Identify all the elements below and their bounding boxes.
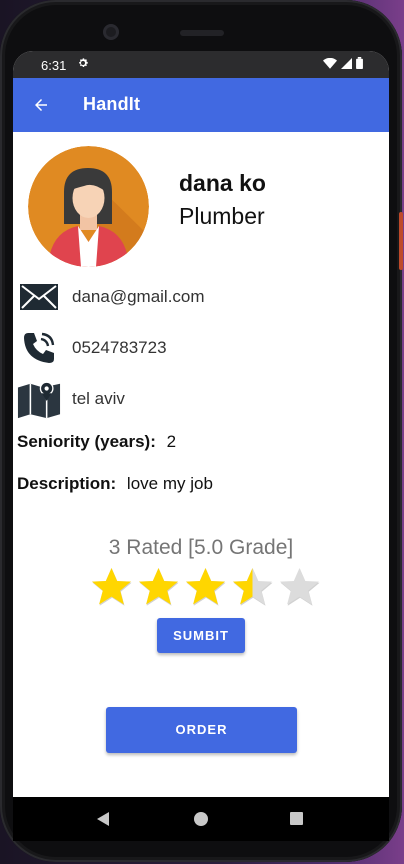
email-row[interactable]: dana@gmail.com bbox=[17, 277, 205, 317]
status-bar: 6:31 bbox=[13, 51, 389, 78]
seniority-label: Seniority (years): bbox=[17, 432, 156, 451]
profile-role: Plumber bbox=[179, 203, 265, 229]
submit-rating-button[interactable]: SUMBIT bbox=[157, 618, 245, 653]
nav-recents-icon[interactable] bbox=[290, 812, 303, 825]
seniority-value: 2 bbox=[166, 432, 177, 451]
settings-icon bbox=[77, 57, 89, 72]
status-icons bbox=[323, 57, 363, 72]
map-pin-icon bbox=[17, 379, 61, 419]
app-screen: 6:31 HandIt dana ko Plumber dana@gmail.c… bbox=[13, 51, 389, 827]
profile-name: dana ko bbox=[179, 170, 266, 196]
mail-icon bbox=[17, 277, 61, 317]
app-title: HandIt bbox=[83, 94, 141, 114]
app-bar: HandIt bbox=[13, 78, 389, 132]
rating-summary: 3 Rated [5.0 Grade] bbox=[108, 536, 294, 559]
earpiece bbox=[180, 30, 224, 36]
battery-icon bbox=[356, 57, 363, 72]
location-text: tel aviv bbox=[72, 389, 125, 408]
phone-text: 0524783723 bbox=[72, 338, 167, 357]
rating-star[interactable] bbox=[231, 567, 274, 607]
side-button bbox=[399, 212, 403, 270]
nav-home-icon[interactable] bbox=[194, 812, 208, 826]
phone-row[interactable]: 0524783723 bbox=[17, 328, 167, 368]
order-button[interactable]: ORDER bbox=[106, 707, 297, 753]
phone-icon bbox=[17, 328, 61, 368]
woman-avatar-icon bbox=[28, 146, 149, 267]
rating-star[interactable] bbox=[137, 567, 180, 607]
rating-star[interactable] bbox=[90, 567, 133, 607]
rating-bar[interactable] bbox=[90, 567, 321, 607]
rating-star[interactable] bbox=[278, 567, 321, 607]
phone-frame: 6:31 HandIt dana ko Plumber dana@gmail.c… bbox=[0, 0, 403, 862]
email-text: dana@gmail.com bbox=[72, 287, 205, 306]
description-row: Description: love my job bbox=[17, 474, 213, 494]
status-time: 6:31 bbox=[41, 58, 67, 73]
description-value: love my job bbox=[126, 474, 213, 493]
front-camera bbox=[103, 24, 119, 40]
nav-back-icon[interactable] bbox=[97, 812, 109, 826]
rating-star[interactable] bbox=[184, 567, 227, 607]
signal-icon bbox=[341, 57, 352, 72]
navigation-bar bbox=[13, 797, 389, 841]
location-row[interactable]: tel aviv bbox=[17, 379, 125, 419]
description-label: Description: bbox=[17, 474, 117, 493]
wifi-icon bbox=[323, 57, 337, 72]
seniority-row: Seniority (years): 2 bbox=[17, 432, 176, 452]
arrow-back-icon[interactable] bbox=[27, 91, 55, 119]
